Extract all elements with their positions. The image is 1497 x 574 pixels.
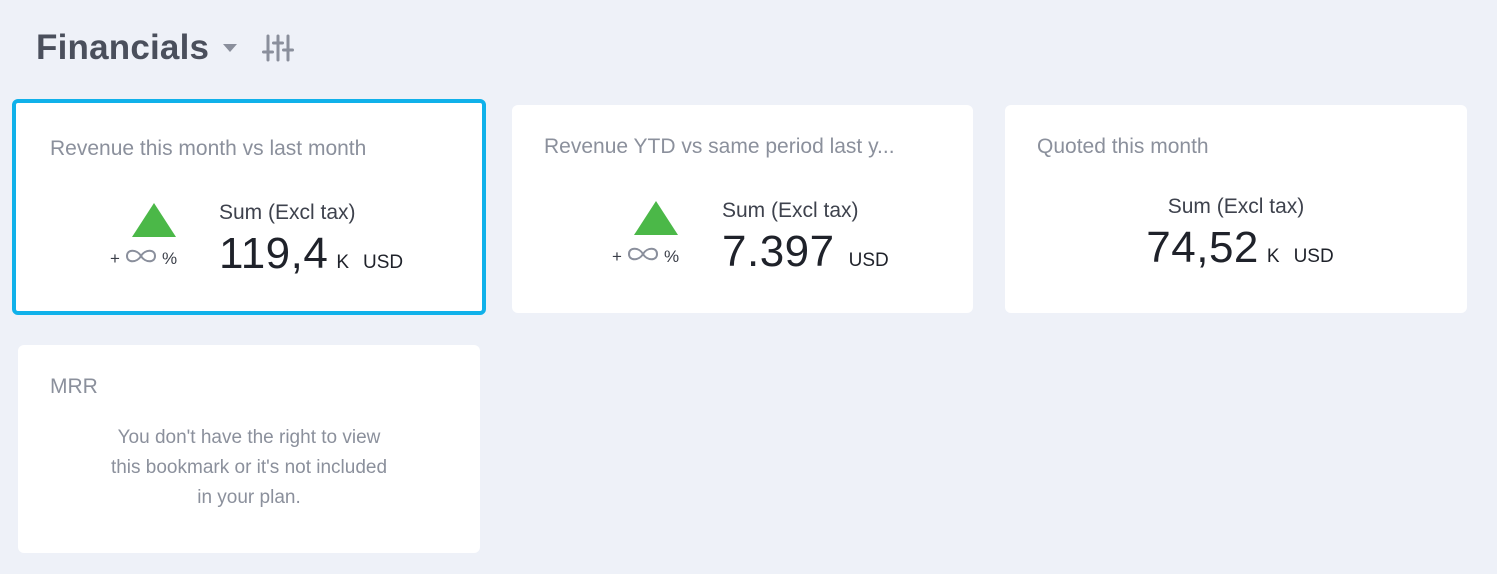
metric-magnitude: K	[1266, 246, 1280, 267]
sliders-icon[interactable]	[261, 31, 295, 65]
message-line: in your plan.	[197, 487, 301, 508]
trend-prefix: +	[612, 246, 622, 266]
infinity-icon	[123, 247, 159, 270]
caret-down-icon[interactable]	[223, 44, 238, 52]
metric: Sum (Excl tax) 7.397 USD	[722, 199, 889, 277]
trend-up-icon	[634, 201, 678, 235]
permission-message: You don't have the right to view this bo…	[18, 423, 480, 513]
metric-magnitude: K	[336, 252, 350, 273]
metric-unit: USD	[848, 250, 889, 271]
widget-title: Quoted this month	[1037, 135, 1209, 158]
widget-card-revenue-month[interactable]: Revenue this month vs last month + % Sum…	[12, 99, 486, 315]
message-line: You don't have the right to view	[117, 427, 381, 448]
widget-title: Revenue this month vs last month	[50, 137, 367, 160]
metric-value: 7.397	[722, 227, 835, 276]
widget-card-mrr[interactable]: MRR You don't have the right to view thi…	[18, 345, 480, 553]
metric-label: Sum (Excl tax)	[1167, 195, 1305, 218]
page-title[interactable]: Financials	[36, 28, 209, 68]
trend-suffix: %	[161, 248, 178, 268]
message-line: this bookmark or it's not included	[110, 457, 388, 478]
widget-title: MRR	[50, 375, 98, 398]
widget-title: Revenue YTD vs same period last y...	[544, 135, 895, 158]
infinity-icon	[625, 245, 661, 268]
trend-prefix: +	[110, 248, 120, 268]
widget-card-quoted[interactable]: Quoted this month Sum (Excl tax) 74,52 K…	[1005, 105, 1467, 313]
metric-label: Sum (Excl tax)	[219, 201, 356, 224]
trend-indicator: + %	[612, 201, 702, 271]
widget-card-revenue-ytd[interactable]: Revenue YTD vs same period last y... + %…	[512, 105, 973, 313]
metric-unit: USD	[1293, 246, 1334, 267]
page-header: Financials	[36, 26, 295, 70]
metric-label: Sum (Excl tax)	[722, 199, 859, 222]
trend-up-icon	[132, 203, 176, 237]
trend-indicator: + %	[110, 203, 200, 273]
metric: Sum (Excl tax) 119,4 K USD	[219, 201, 403, 279]
metric-value: 119,4	[219, 229, 329, 278]
metric-unit: USD	[363, 252, 404, 273]
metric: Sum (Excl tax) 74,52 K USD	[1005, 195, 1467, 273]
trend-suffix: %	[663, 246, 680, 266]
metric-value: 74,52	[1146, 223, 1259, 272]
